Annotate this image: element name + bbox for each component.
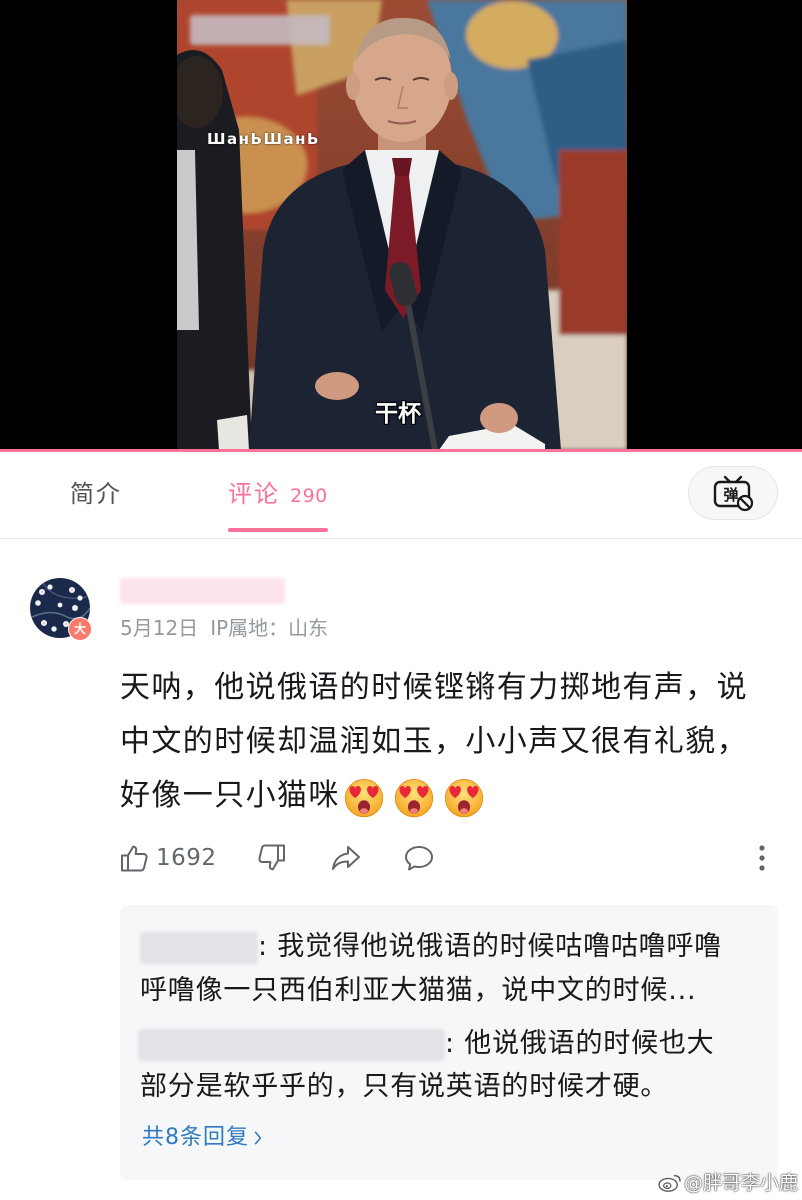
thumb-up-icon[interactable]	[118, 842, 150, 874]
image-watermark: @胖哥李小鹿	[658, 1171, 798, 1195]
comment-text: 天呐，他说俄语的时候铿锵有力掷地有声，说 中文的时候却温润如玉，小小声又很有礼貌…	[120, 661, 748, 823]
share-icon[interactable]	[330, 842, 362, 874]
danmaku-glyph: 弹	[723, 486, 738, 504]
thumb-down-icon[interactable]	[256, 842, 288, 874]
more-vertical-icon[interactable]	[756, 842, 768, 874]
weibo-logo-icon	[658, 1175, 681, 1192]
comment-count: 290	[290, 485, 328, 507]
watermark-text: @胖哥李小鹿	[684, 1172, 799, 1194]
like-count: 1692	[156, 845, 217, 871]
reply-line: 部分是软乎乎的，只有说英语的时候才硬。	[140, 1071, 669, 1102]
comment-actions: 1692	[0, 840, 802, 876]
reply-text: : 我觉得他说俄语的时候咕噜咕噜呼噜	[258, 931, 723, 962]
reply-author-redacted	[138, 1028, 445, 1061]
comment-line: 中文的时候却温润如玉，小小声又很有礼貌，	[120, 724, 748, 759]
reply-item[interactable]: : 我觉得他说俄语的时候咕噜咕噜呼噜 呼噜像一只西伯利亚大猫猫，说中文的时候..…	[140, 925, 722, 1013]
heart-eyes-emoji-icon	[392, 775, 436, 819]
comment-line-with-emojis: 好像一只小猫咪	[120, 769, 748, 823]
comment-ip-location: IP属地：山东	[210, 616, 329, 640]
video-watermark: ШанЬШанЬ	[207, 130, 320, 148]
tab-intro[interactable]: 简介	[70, 479, 122, 509]
comment-date: 5月12日	[120, 616, 199, 640]
comment-bubble-icon[interactable]	[403, 842, 435, 874]
reply-line: : 我觉得他说俄语的时候咕噜咕噜呼噜	[140, 925, 722, 969]
reply-line: 呼噜像一只西伯利亚大猫猫，说中文的时候...	[140, 975, 697, 1006]
comment-line: 天呐，他说俄语的时候铿锵有力掷地有声，说	[120, 670, 748, 705]
video-player[interactable]: ШанЬШанЬ 干杯	[0, 0, 802, 449]
view-all-replies-label: 共8条回复	[142, 1125, 249, 1150]
heart-eyes-emoji-icon	[342, 775, 386, 819]
danmaku-toggle-button[interactable]: 弹	[688, 466, 778, 520]
tab-bar: 简介 评论 290 弹	[0, 452, 802, 538]
reply-item[interactable]: : 他说俄语的时候也大 部分是软乎乎的，只有说英语的时候才硬。	[138, 1022, 715, 1108]
chevron-right-icon	[254, 1131, 262, 1145]
tab-comments-label: 评论	[228, 480, 280, 508]
comment-emoji-row	[340, 770, 486, 824]
danmaku-off-icon: 弹	[713, 475, 754, 512]
reply-preview-box[interactable]: : 我觉得他说俄语的时候咕噜咕噜呼噜 呼噜像一只西伯利亚大猫猫，说中文的时候..…	[120, 905, 778, 1180]
video-subtitle: 干杯	[375, 401, 421, 427]
section-divider	[0, 538, 802, 539]
tab-comments[interactable]: 评论 290	[228, 479, 328, 511]
reply-author-redacted	[140, 931, 258, 964]
view-all-replies-link[interactable]: 共8条回复	[142, 1124, 263, 1152]
comment-meta: 5月12日 IP属地：山东	[120, 615, 328, 641]
vip-badge: 大	[68, 617, 92, 641]
username-redacted	[120, 578, 285, 604]
redacted-overlay	[190, 15, 330, 45]
heart-eyes-emoji-icon	[442, 775, 486, 819]
reply-line: : 他说俄语的时候也大	[138, 1022, 715, 1065]
comment-line: 好像一只小猫咪	[120, 778, 340, 813]
tab-intro-label: 简介	[70, 480, 122, 508]
video-frame	[177, 0, 627, 449]
reply-text: : 他说俄语的时候也大	[445, 1028, 715, 1059]
active-tab-indicator	[228, 528, 328, 532]
